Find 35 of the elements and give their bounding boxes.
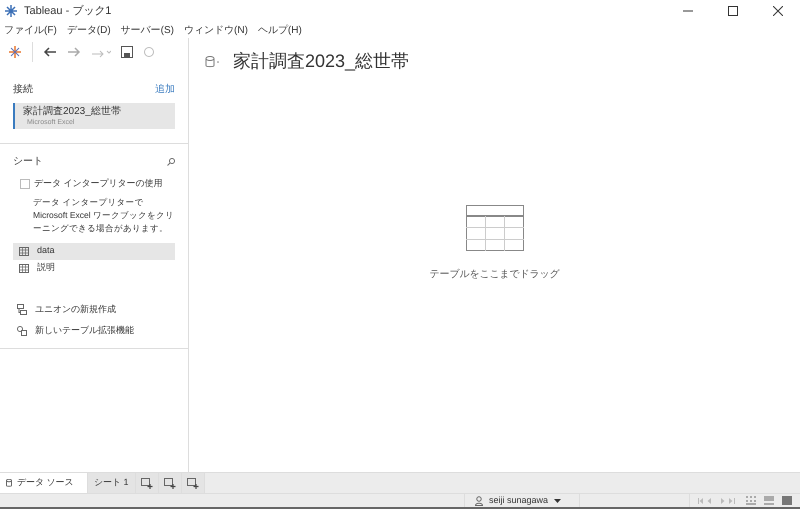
menu-item[interactable]: ファイル(F) xyxy=(4,22,57,38)
grid-icon xyxy=(19,246,29,256)
menu-item[interactable]: ウィンドウ(N) xyxy=(184,22,248,38)
action-item[interactable]: ユニオンの新規作成 xyxy=(17,302,171,316)
action-item[interactable]: 新しいテーブル拡張機能 xyxy=(17,324,171,338)
checkbox-label: データ インタープリターの使用 xyxy=(34,177,163,190)
search-icon[interactable] xyxy=(167,158,175,166)
sheet-tab[interactable]: データ ソース xyxy=(0,473,88,493)
datasource-title: 家計調査2023_総世帯 xyxy=(233,50,410,73)
app-logo-icon xyxy=(4,4,18,18)
grid-icon xyxy=(19,264,29,272)
menu-item[interactable]: サーバー(S) xyxy=(120,22,174,38)
sheet-tab[interactable]: シート 1 xyxy=(88,473,136,493)
table-icon xyxy=(466,205,524,251)
description-text: データ インタープリターで Microsoft Excel ワークブックをクリーニングできる場合があります。 xyxy=(32,196,175,234)
section-label: 接続 xyxy=(13,82,33,97)
drop-hint: テーブルをここまでドラッグ xyxy=(430,268,560,282)
new-worksheet-icon[interactable] xyxy=(136,473,159,493)
sheet-item[interactable]: data xyxy=(13,242,175,260)
menu-item[interactable]: ヘルプ(H) xyxy=(258,22,302,38)
add-link[interactable]: 追加 xyxy=(155,82,175,97)
sheet-item[interactable]: 説明 xyxy=(13,260,175,276)
back-arrow-icon[interactable] xyxy=(43,46,57,58)
dropdown-caret-icon[interactable] xyxy=(554,498,561,502)
union-icon xyxy=(17,304,27,315)
window-title: Tableau - ブック1 xyxy=(24,4,112,19)
star-logo-icon[interactable] xyxy=(8,45,22,59)
save-icon[interactable] xyxy=(121,46,133,58)
user-name[interactable]: seiji sunagawa xyxy=(488,494,548,508)
database-icon xyxy=(6,479,12,487)
menu-item[interactable]: データ(D) xyxy=(66,22,111,38)
section-label: シート xyxy=(13,155,43,169)
checkbox[interactable] xyxy=(20,178,30,189)
user-icon xyxy=(474,496,483,506)
database-icon[interactable] xyxy=(205,56,221,68)
